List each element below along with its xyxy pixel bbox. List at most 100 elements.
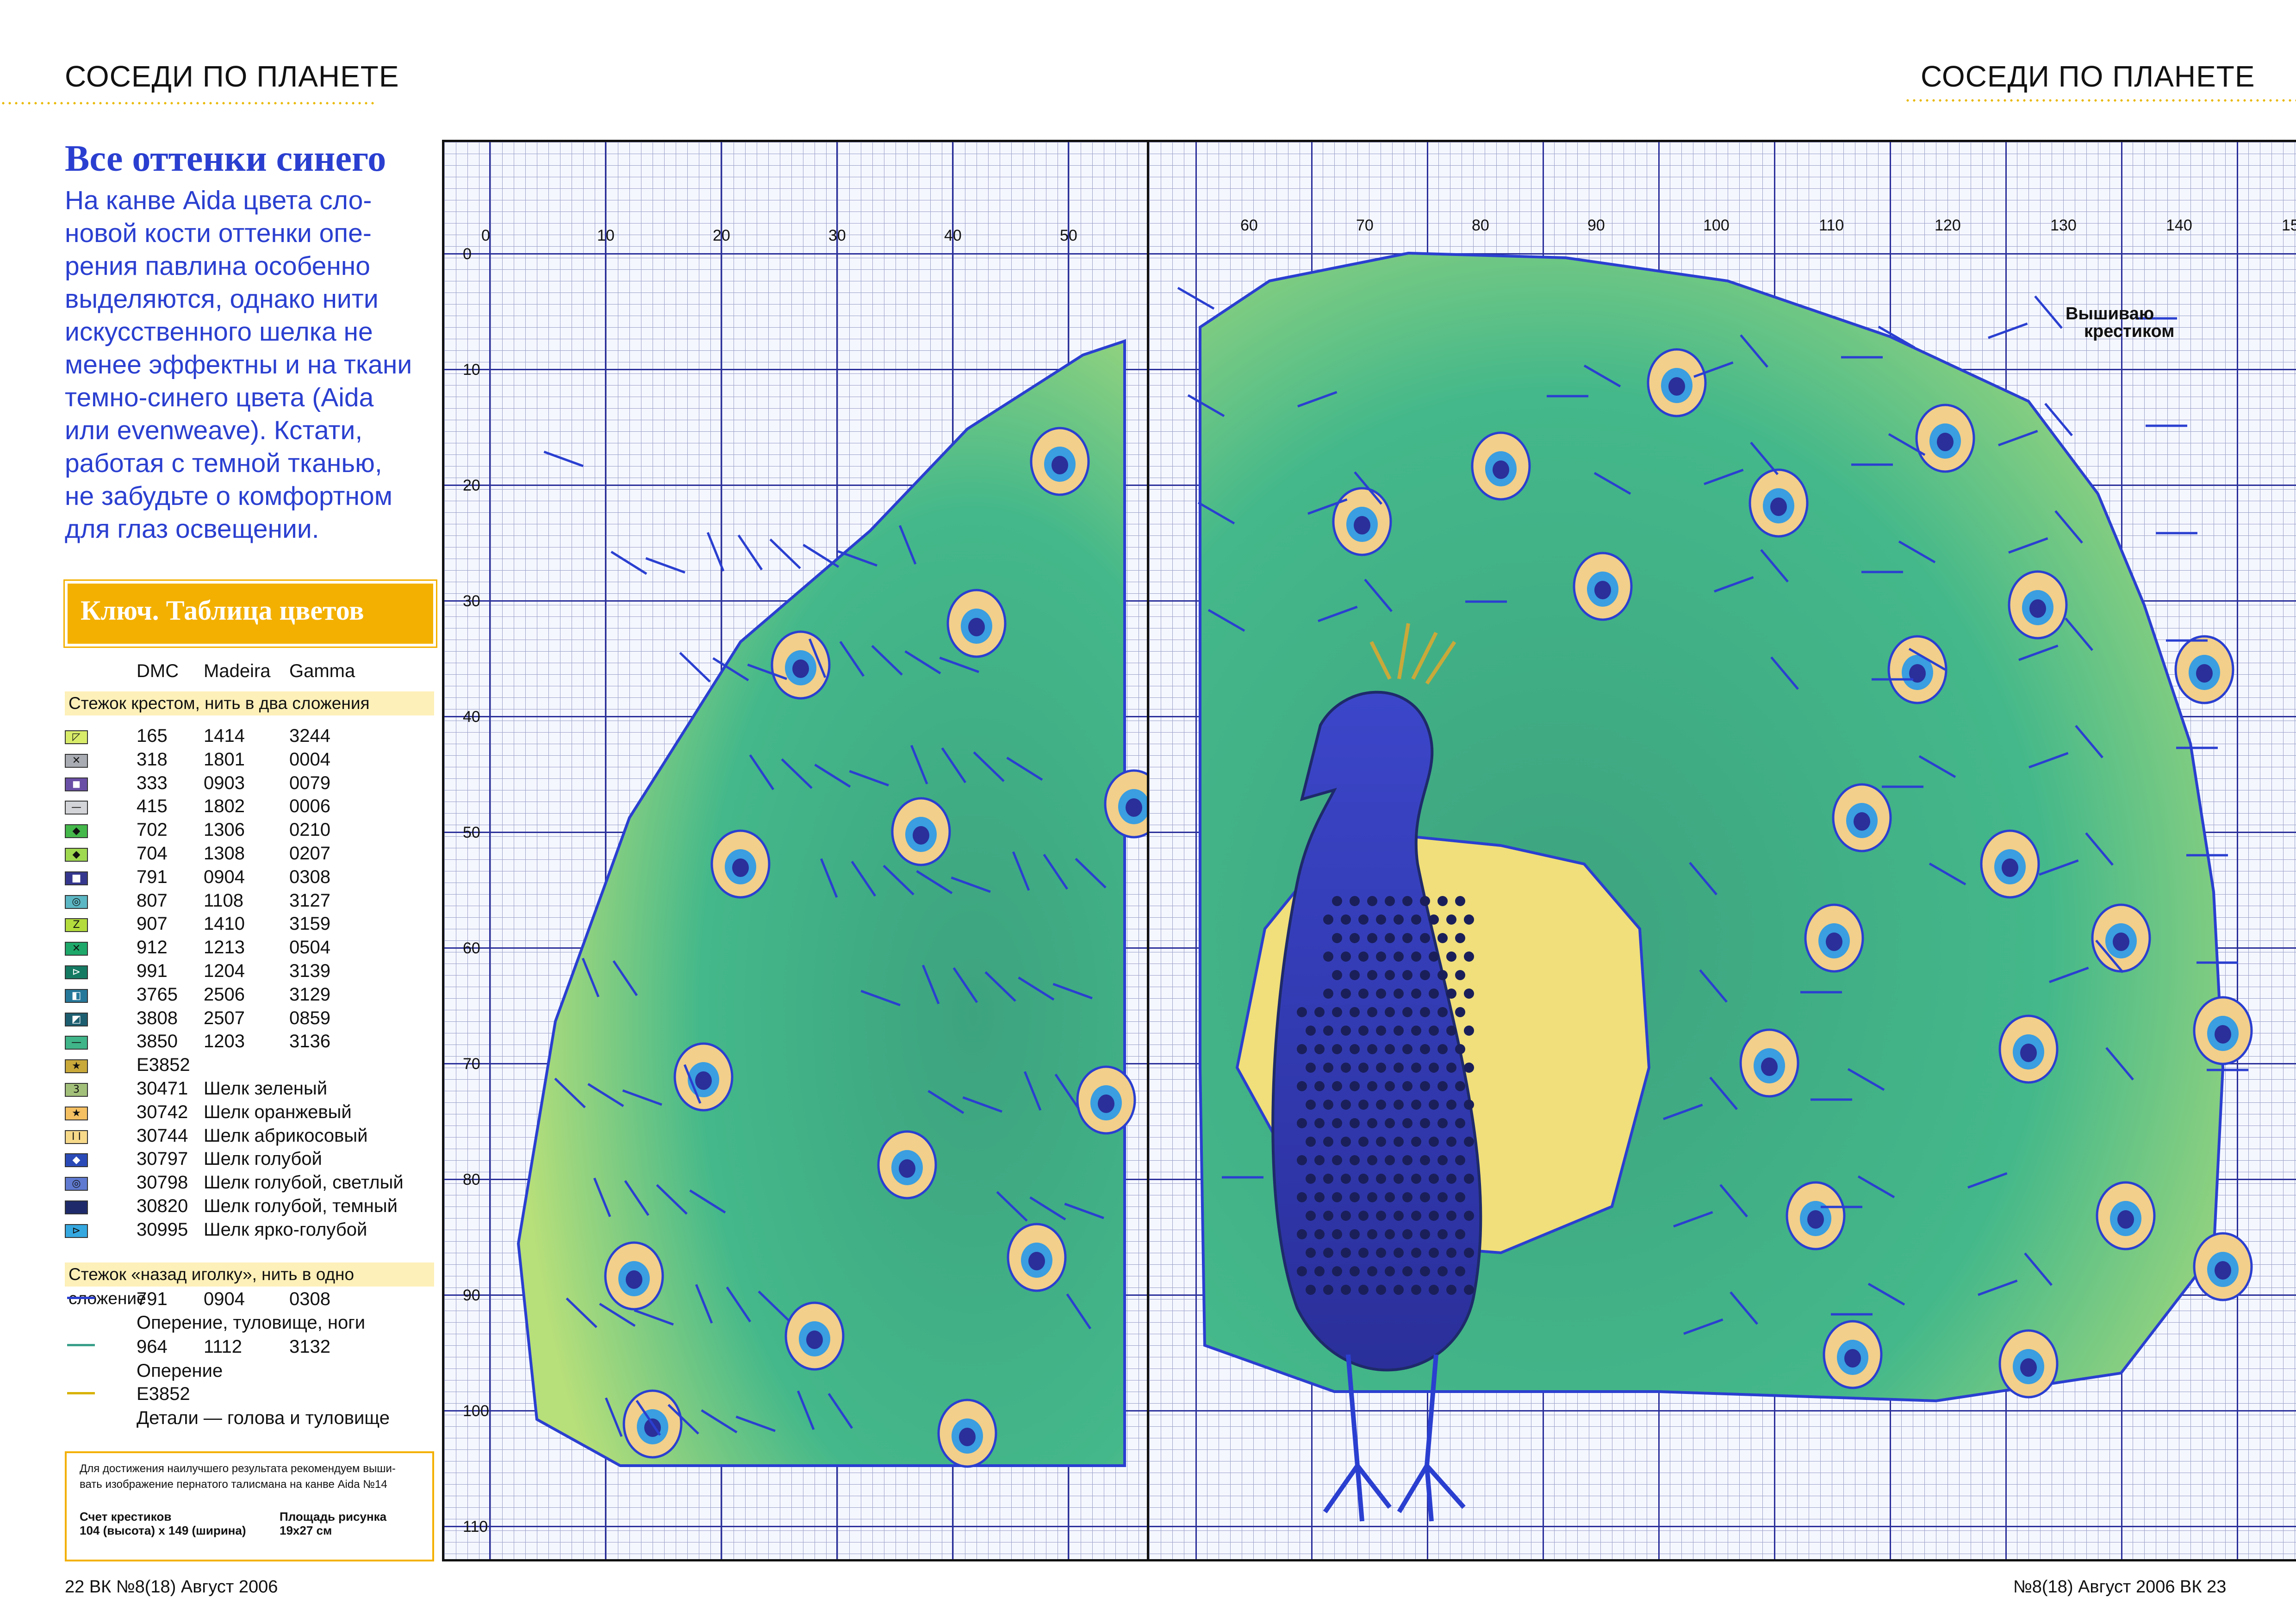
body-dot <box>1297 1081 1307 1091</box>
body-dot <box>1437 1044 1448 1054</box>
y-tick-label: 40 <box>463 708 480 726</box>
body-dot <box>1332 1266 1342 1276</box>
body-dot <box>1411 1174 1421 1184</box>
body-dot <box>1323 989 1333 999</box>
dmc-code: 991 <box>137 961 168 981</box>
backstitch-madeira: 1112 <box>204 1337 243 1357</box>
body-dot <box>1420 1266 1430 1276</box>
body-dot <box>1420 1192 1430 1202</box>
body-dot <box>1446 914 1456 925</box>
dmc-code: 30820 <box>137 1196 188 1216</box>
body-dot <box>1464 1211 1474 1221</box>
body-dot <box>1358 914 1369 925</box>
dmc-code: 30995 <box>137 1219 188 1240</box>
feather-eye-pupil <box>1493 460 1509 479</box>
article-headline: Все оттенки синего <box>65 138 386 179</box>
feather-eye-pupil <box>2196 664 2213 683</box>
backstitch-line <box>67 1344 95 1346</box>
feather-stroke <box>2034 295 2063 329</box>
backstitch-dmc: 791 <box>137 1289 168 1309</box>
dmc-code: 30742 <box>137 1102 188 1122</box>
body-dot <box>1402 1007 1412 1017</box>
intro-line: темно-синего цвета (Aida <box>65 383 374 412</box>
body-dot <box>1455 1007 1465 1017</box>
y-tick-label: 0 <box>463 245 472 263</box>
body-dot <box>1314 1229 1325 1239</box>
body-dot <box>1314 1081 1325 1091</box>
color-swatch: ⊳ <box>65 965 88 979</box>
body-dot <box>1437 1155 1448 1165</box>
backstitch-madeira: 0904 <box>204 1289 245 1309</box>
swatch-symbol: ⊳ <box>72 966 81 978</box>
dmc-code: 30744 <box>137 1126 188 1146</box>
intro-line: искусственного шелка не <box>65 317 373 347</box>
body-dot <box>1306 1211 1316 1221</box>
body-dot <box>1332 1118 1342 1128</box>
article-intro: На канве Aida цвета сло- новой кости отт… <box>65 184 444 546</box>
body-dot <box>1455 970 1465 980</box>
x-tick-label: 120 <box>1935 217 1961 234</box>
intro-line: или evenweave). Кстати, <box>65 416 363 445</box>
dmc-code: 3765 <box>137 984 178 1005</box>
body-dot <box>1306 1248 1316 1258</box>
gamma-code: 0504 <box>289 937 330 958</box>
madeira-code: 1108 <box>204 890 244 911</box>
body-dot <box>1341 914 1351 925</box>
madeira-code: 0903 <box>204 773 245 793</box>
madeira-code: Шелк зеленый <box>204 1078 328 1099</box>
body-dot <box>1350 896 1360 906</box>
swatch-symbol: ◧ <box>71 990 81 1001</box>
madeira-code: 0904 <box>204 867 245 887</box>
y-tick-label: 70 <box>463 1055 480 1073</box>
pattern-chart-right: Вышиваю крестиком <box>1147 140 2296 1561</box>
body-dot <box>1367 933 1377 943</box>
body-dot <box>1437 933 1448 943</box>
swatch-symbol: I I <box>72 1131 81 1143</box>
body-dot <box>1297 1155 1307 1165</box>
swatch-symbol: ✕ <box>72 943 81 954</box>
body-dot <box>1358 989 1369 999</box>
feather-eye-pupil <box>1354 516 1370 535</box>
feather-eye-pupil <box>1937 433 1954 451</box>
swatch-symbol: — <box>71 802 81 813</box>
dmc-code: 30798 <box>137 1172 188 1193</box>
body-dot <box>1420 1044 1430 1054</box>
body-dot <box>1394 1026 1404 1036</box>
swatch-symbol: ◸ <box>72 731 81 743</box>
color-swatch: ■ <box>65 871 88 885</box>
feather-eye-pupil <box>968 618 985 636</box>
color-swatch: — <box>65 801 88 815</box>
feather-stroke <box>679 652 711 683</box>
body-dot <box>1367 1155 1377 1165</box>
body-dot <box>1306 1285 1316 1295</box>
color-swatch: ★ <box>65 1059 88 1073</box>
body-dot <box>1429 1137 1439 1147</box>
tail-fan-left <box>516 339 1126 1467</box>
body-dot <box>1314 1155 1325 1165</box>
body-dot <box>1367 970 1377 980</box>
feather-eye-pupil <box>1807 1210 1824 1229</box>
body-dot <box>1411 1285 1421 1295</box>
color-swatch: ◸ <box>65 730 88 744</box>
color-swatch: ◼ <box>65 777 88 791</box>
body-dot <box>1437 1118 1448 1128</box>
section-title-left: СОСЕДИ ПО ПЛАНЕТЕ <box>65 60 399 93</box>
feather-stroke <box>610 551 647 575</box>
intro-line: работая с темной тканью, <box>65 448 382 478</box>
body-dot <box>1385 1229 1395 1239</box>
body-dot <box>1358 1026 1369 1036</box>
body-dot <box>1350 1044 1360 1054</box>
body-dot <box>1446 1100 1456 1110</box>
body-dot <box>1411 951 1421 962</box>
body-dot <box>1376 1137 1386 1147</box>
body-dot <box>1394 1137 1404 1147</box>
body-dot <box>1394 1100 1404 1110</box>
x-tick-label: 0 <box>481 227 490 244</box>
x-tick-label: 90 <box>1587 217 1605 234</box>
feather-eye-pupil <box>1098 1094 1114 1113</box>
body-dot <box>1411 1063 1421 1073</box>
x-tick-label: 20 <box>713 227 730 244</box>
body-dot <box>1367 1266 1377 1276</box>
body-dot <box>1332 896 1342 906</box>
body-dot <box>1332 1229 1342 1239</box>
